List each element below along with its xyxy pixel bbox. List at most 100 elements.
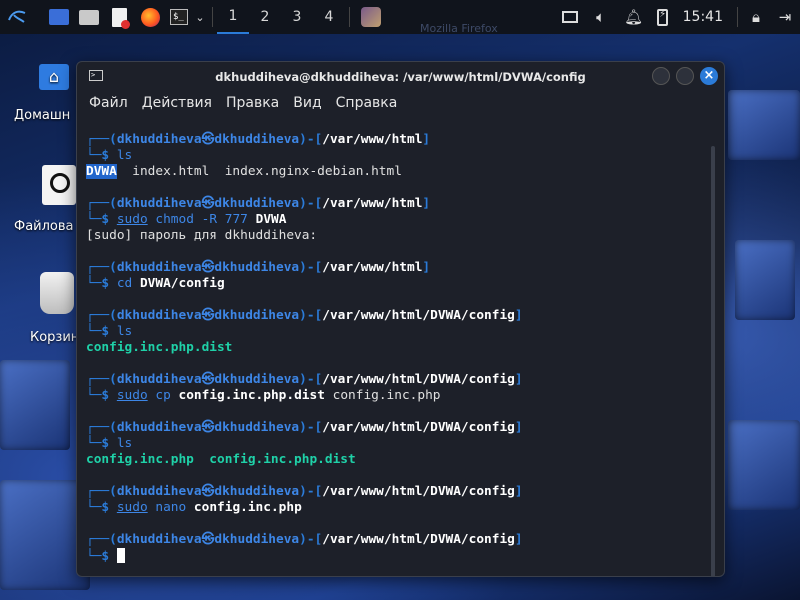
workspace-4[interactable]: 4 [313, 0, 345, 34]
battery-charging-icon: ⚡ [657, 8, 669, 26]
command-name: sudo [116, 212, 148, 227]
prompt-host: dkhuddiheva [214, 372, 300, 387]
lock-icon: 🔒︎ [752, 8, 760, 26]
prompt-path: /var/www/html/DVWA/config [322, 372, 515, 387]
prompt-path: /var/www/html/DVWA/config [322, 420, 515, 435]
logout-icon: ⇥ [778, 8, 792, 26]
output-file: config.inc.php.dist [86, 340, 233, 355]
clock[interactable]: 15:41 [683, 9, 723, 25]
terminal-launcher-button[interactable]: $_ [166, 0, 192, 34]
prompt-user: dkhuddiheva [116, 196, 202, 211]
prompt-host: dkhuddiheva [214, 532, 300, 547]
workspace-2[interactable]: 2 [249, 0, 281, 34]
prompt-path: /var/www/html/DVWA/config [322, 484, 515, 499]
prompt-line: ┌──(dkhuddiheva㉿dkhuddiheva)-[/var/www/h… [86, 308, 523, 323]
output-file: index.nginx-debian.html [224, 164, 402, 179]
text-editor-icon [111, 7, 130, 29]
close-button[interactable]: × [700, 67, 718, 85]
command-line: └─$ cd DVWA/config [86, 276, 225, 291]
maximize-button[interactable] [676, 67, 694, 85]
command-arg: chmod [155, 212, 194, 227]
output-dir: DVWA [86, 164, 117, 179]
minimize-button[interactable] [652, 67, 670, 85]
kali-dragon-icon [8, 10, 26, 23]
menu-file[interactable]: Файл [89, 95, 128, 111]
network-button[interactable] [555, 0, 585, 34]
output-line: config.inc.php config.inc.php.dist [86, 452, 704, 468]
command-arg: -R [201, 212, 218, 227]
lock-screen-button[interactable]: 🔒︎ [742, 0, 770, 34]
command-arg: config.inc.php [193, 500, 302, 515]
drive-icon [42, 165, 76, 205]
command-text: ls [116, 148, 133, 163]
scrollbar[interactable] [711, 146, 715, 576]
output-line: config.inc.php.dist [86, 340, 704, 356]
firefox-button[interactable] [134, 0, 166, 34]
command-line: └─$ sudo cp config.inc.php.dist config.i… [86, 388, 441, 403]
prompt-host: dkhuddiheva [214, 260, 300, 275]
command-line: └─$ sudo chmod -R 777 DVWA [86, 212, 287, 227]
menu-view[interactable]: Вид [293, 95, 321, 111]
command-text: ls [116, 436, 133, 451]
output-line: DVWA index.html index.nginx-debian.html [86, 164, 704, 180]
home-icon: ⌂ [39, 64, 69, 90]
prompt-user: dkhuddiheva [116, 308, 202, 323]
output-file: config.inc.php.dist [209, 452, 356, 467]
output-file: config.inc.php [86, 452, 194, 467]
command-text: sudo chmod -R 777 DVWA [117, 212, 287, 227]
command-arg: cp [155, 388, 171, 403]
logout-button[interactable]: ⇥ [770, 0, 800, 34]
network-icon [561, 11, 578, 23]
text-editor-button[interactable] [104, 0, 134, 34]
kali-menu-button[interactable] [0, 0, 34, 34]
launcher-dropdown-button[interactable]: ⌄ [192, 0, 208, 34]
power-status-button[interactable]: ⚡ [651, 0, 675, 34]
prompt-path: /var/www/html/DVWA/config [322, 532, 515, 547]
command-arg: config.inc.php.dist [178, 388, 325, 403]
title-bar[interactable]: > dkhuddiheva@dkhuddiheva: /var/www/html… [77, 62, 724, 91]
show-desktop-button[interactable] [44, 0, 74, 34]
prompt-path: /var/www/html/DVWA/config [322, 308, 515, 323]
taskbar-separator [349, 7, 350, 27]
taskbar-separator [737, 7, 738, 27]
prompt-host: dkhuddiheva [214, 484, 300, 499]
prompt-user: dkhuddiheva [116, 132, 202, 147]
background-window-title: Mozilla Firefox [420, 22, 498, 35]
terminal-window[interactable]: > dkhuddiheva@dkhuddiheva: /var/www/html… [76, 61, 725, 577]
desktop-icon [49, 9, 69, 25]
prompt-path: /var/www/html [322, 132, 423, 147]
command-text: cd DVWA/config [117, 276, 225, 291]
menu-edit[interactable]: Правка [226, 95, 279, 111]
firefox-icon [140, 7, 160, 27]
volume-button[interactable]: 🔈︎ [585, 0, 617, 34]
taskbar-window-button[interactable] [354, 0, 388, 34]
prompt-line: ┌──(dkhuddiheva㉿dkhuddiheva)-[/var/www/h… [86, 484, 523, 499]
prompt-line: ┌──(dkhuddiheva㉿dkhuddiheva)-[/var/www/h… [86, 532, 523, 547]
prompt-line: ┌──(dkhuddiheva㉿dkhuddiheva)-[/var/www/h… [86, 372, 523, 387]
prompt-line: ┌──(dkhuddiheva㉿dkhuddiheva)-[/var/www/h… [86, 132, 431, 147]
speaker-icon: 🔈︎ [596, 8, 606, 26]
prompt-host: dkhuddiheva [214, 308, 300, 323]
workspace-1[interactable]: 1 [217, 0, 249, 34]
folder-icon [79, 9, 99, 25]
prompt-line: ┌──(dkhuddiheva㉿dkhuddiheva)-[/var/www/h… [86, 420, 523, 435]
prompt-host: dkhuddiheva [214, 420, 300, 435]
prompt-path: /var/www/html [322, 196, 423, 211]
command-line: └─$ sudo nano config.inc.php [86, 500, 302, 515]
menu-help[interactable]: Справка [336, 95, 398, 111]
taskbar-separator [212, 7, 213, 27]
terminal-output[interactable]: ┌──(dkhuddiheva㉿dkhuddiheva)-[/var/www/h… [86, 132, 704, 564]
command-arg: DVWA/config [139, 276, 225, 291]
notifications-button[interactable]: 🔔︎ [617, 0, 651, 34]
command-line: └─$ ls [86, 324, 133, 339]
bell-icon: 🔔︎ [624, 8, 644, 26]
command-name: sudo [116, 388, 148, 403]
prompt-path: /var/www/html [322, 260, 423, 275]
menu-actions[interactable]: Действия [142, 95, 212, 111]
workspace-3[interactable]: 3 [281, 0, 313, 34]
command-line: └─$ ls [86, 436, 133, 451]
file-manager-button[interactable] [74, 0, 104, 34]
prompt-host: dkhuddiheva [214, 196, 300, 211]
prompt-line: ┌──(dkhuddiheva㉿dkhuddiheva)-[/var/www/h… [86, 260, 431, 275]
text-cursor [116, 548, 125, 563]
